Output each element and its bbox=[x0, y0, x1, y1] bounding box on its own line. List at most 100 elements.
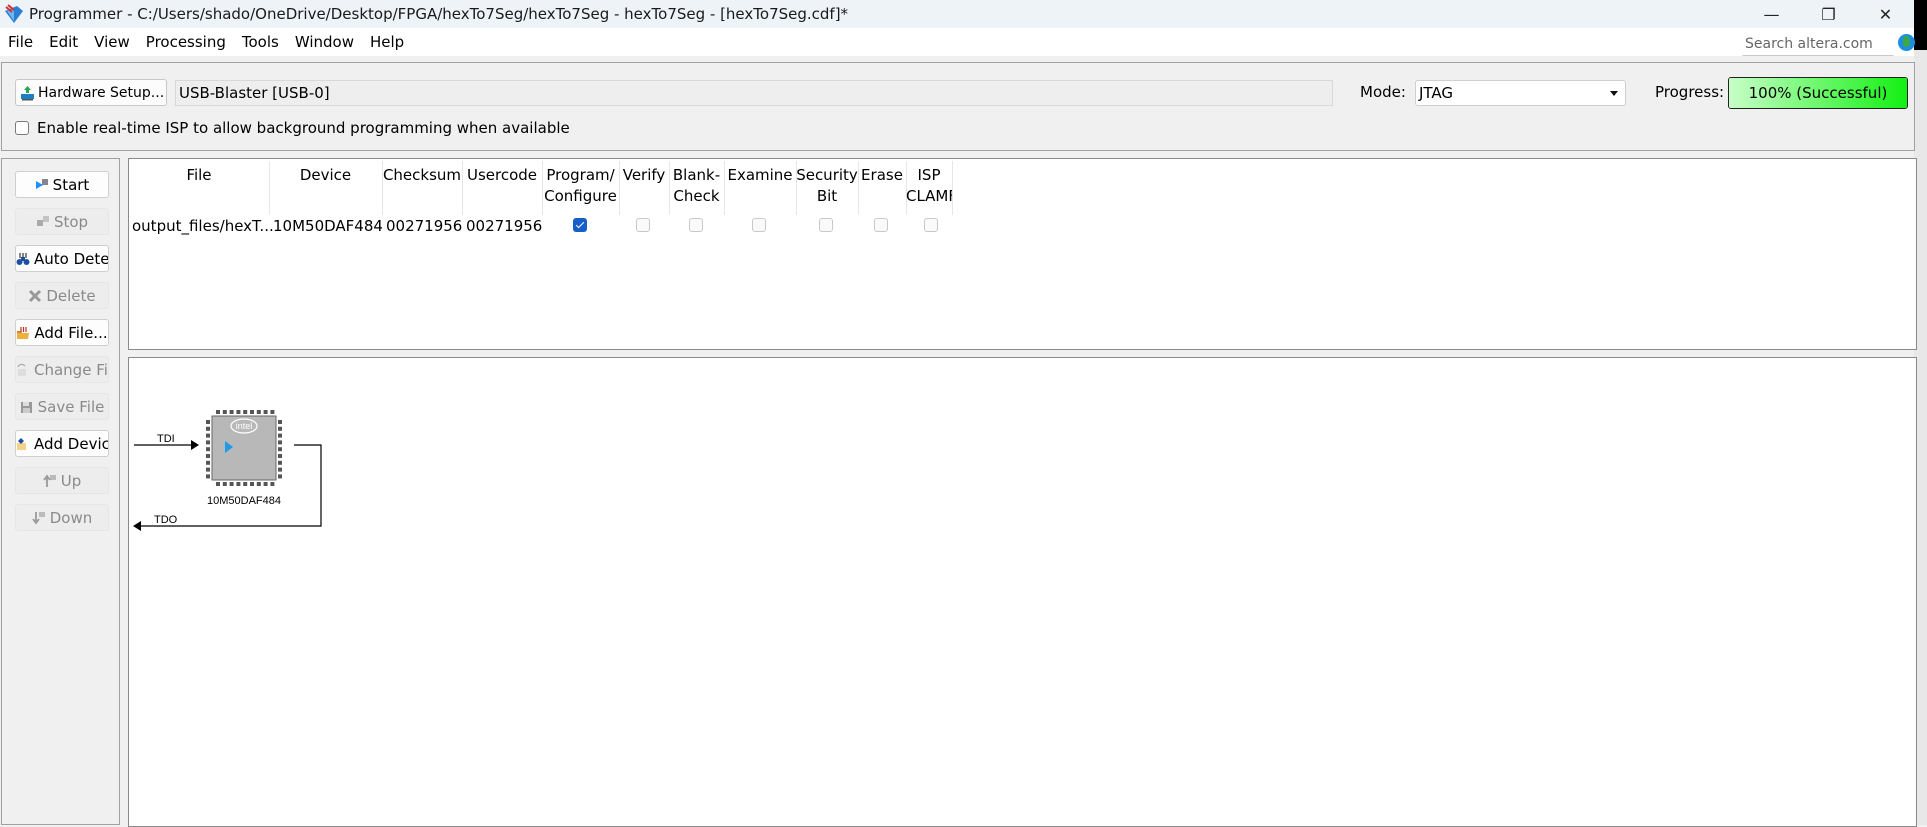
mode-select[interactable]: JTAG bbox=[1415, 80, 1626, 106]
device-label: 10M50DAF484 bbox=[207, 495, 281, 507]
hardware-current-field: USB-Blaster [USB-0] bbox=[175, 80, 1333, 106]
progress-text: 100% (Successful) bbox=[1748, 84, 1888, 102]
chip-pin bbox=[222, 410, 227, 414]
tdo-label: TDO bbox=[154, 514, 178, 526]
save-file-button[interactable]: Save File bbox=[15, 393, 109, 420]
header-examine-text: Examine bbox=[727, 166, 793, 184]
search-input[interactable]: Search altera.com bbox=[1742, 32, 1894, 56]
chip-pin bbox=[278, 440, 282, 445]
add-file-button[interactable]: Add File... bbox=[15, 319, 109, 346]
chip-pin bbox=[278, 467, 282, 472]
menu-file[interactable]: File bbox=[0, 28, 41, 56]
globe-icon[interactable] bbox=[1898, 34, 1915, 51]
minimize-button[interactable]: — bbox=[1743, 0, 1800, 28]
isp-option[interactable]: Enable real-time ISP to allow background… bbox=[15, 119, 570, 137]
header-check-text: Check bbox=[673, 187, 720, 205]
add-file-label: Add File... bbox=[34, 323, 108, 342]
chip-pin bbox=[222, 482, 227, 486]
auto-detect-button[interactable]: Auto Detec bbox=[15, 245, 109, 272]
cell-device: 10M50DAF484 bbox=[273, 217, 383, 235]
header-file[interactable]: File bbox=[129, 165, 269, 186]
hardware-setup-button[interactable]: Hardware Setup... bbox=[15, 79, 167, 106]
chip-pin bbox=[206, 474, 210, 479]
chip-pin bbox=[278, 454, 282, 458]
chip-pin bbox=[278, 474, 282, 479]
isp-checkbox[interactable] bbox=[15, 121, 29, 135]
erase-checkbox[interactable] bbox=[874, 218, 888, 232]
isp-clamp-checkbox[interactable] bbox=[924, 218, 938, 232]
change-file-button[interactable]: Change File bbox=[15, 356, 109, 383]
header-device[interactable]: Device bbox=[269, 165, 382, 186]
cell-usercode: 00271956 bbox=[466, 217, 543, 235]
chip-pin bbox=[206, 447, 210, 452]
change-file-label: Change File bbox=[34, 360, 108, 379]
menu-help[interactable]: Help bbox=[362, 28, 412, 56]
examine-checkbox[interactable] bbox=[752, 218, 766, 232]
menu-edit[interactable]: Edit bbox=[41, 28, 86, 56]
chip-pin bbox=[263, 410, 268, 414]
chip-pin bbox=[270, 482, 275, 486]
desktop-edge bbox=[1914, 0, 1927, 50]
chip-pin bbox=[206, 454, 210, 458]
save-file-label: Save File bbox=[37, 397, 105, 416]
add-device-button[interactable]: Add Device bbox=[15, 430, 109, 457]
chip-pin bbox=[206, 420, 210, 424]
restore-icon: ❐ bbox=[1821, 4, 1836, 24]
chip-pin bbox=[250, 482, 254, 486]
auto-detect-icon bbox=[16, 252, 30, 265]
blank-check-checkbox[interactable] bbox=[689, 218, 703, 232]
header-clamp-text: CLAMF bbox=[906, 187, 952, 205]
chip-icon: intel bbox=[206, 410, 282, 486]
tdo-arrow-icon bbox=[133, 521, 141, 531]
chip-pin bbox=[278, 433, 282, 438]
header-security-text: Security bbox=[796, 166, 858, 184]
security-bit-checkbox[interactable] bbox=[819, 218, 833, 232]
down-button[interactable]: Down bbox=[15, 504, 109, 531]
header-program-configure[interactable]: Program/Configure bbox=[542, 165, 619, 207]
header-erase-text: Erase bbox=[861, 166, 903, 184]
chip-pin bbox=[256, 410, 261, 414]
header-file-text: File bbox=[186, 166, 212, 184]
stop-button[interactable]: Stop bbox=[15, 208, 109, 235]
header-isp-text: ISP bbox=[917, 166, 941, 184]
hardware-panel: Hardware Setup... USB-Blaster [USB-0] Mo… bbox=[1, 62, 1915, 151]
header-configure-text: Configure bbox=[544, 187, 617, 205]
chip-pin bbox=[278, 420, 282, 424]
device-chip[interactable]: intel bbox=[204, 408, 284, 488]
delete-button[interactable]: Delete bbox=[15, 282, 109, 309]
chip-pin bbox=[278, 426, 282, 431]
hardware-setup-icon bbox=[21, 85, 34, 100]
header-usercode[interactable]: Usercode bbox=[462, 165, 542, 186]
menu-window[interactable]: Window bbox=[287, 28, 362, 56]
header-verify[interactable]: Verify bbox=[619, 165, 669, 186]
restore-button[interactable]: ❐ bbox=[1800, 0, 1857, 28]
verify-checkbox[interactable] bbox=[636, 218, 650, 232]
menu-processing[interactable]: Processing bbox=[138, 28, 234, 56]
program-configure-checkbox[interactable] bbox=[573, 218, 587, 232]
close-button[interactable]: ✕ bbox=[1857, 0, 1914, 28]
chip-pin bbox=[216, 410, 220, 414]
chip-pin bbox=[206, 433, 210, 438]
chip-pin bbox=[206, 440, 210, 445]
header-erase[interactable]: Erase bbox=[858, 165, 906, 186]
menu-bar: File Edit View Processing Tools Window H… bbox=[0, 28, 1914, 56]
start-button[interactable]: Start bbox=[15, 171, 109, 198]
up-button[interactable]: Up bbox=[15, 467, 109, 494]
chip-pin bbox=[206, 467, 210, 472]
menu-tools[interactable]: Tools bbox=[234, 28, 287, 56]
cell-file: output_files/hexT... bbox=[132, 217, 274, 235]
header-blank-check[interactable]: Blank- Check bbox=[669, 165, 724, 207]
header-checksum[interactable]: Checksum bbox=[382, 165, 462, 186]
mode-label: Mode: bbox=[1360, 83, 1406, 101]
header-examine[interactable]: Examine bbox=[724, 165, 796, 186]
menu-view[interactable]: View bbox=[86, 28, 138, 56]
chip-pin bbox=[216, 482, 220, 486]
chip-pin bbox=[278, 447, 282, 452]
header-verify-text: Verify bbox=[622, 166, 666, 184]
down-label: Down bbox=[49, 508, 93, 527]
auto-detect-label: Auto Detec bbox=[34, 249, 109, 268]
header-isp-clamp[interactable]: ISP CLAMF bbox=[906, 165, 952, 207]
header-security-bit[interactable]: Security Bit bbox=[796, 165, 858, 207]
header-device-text: Device bbox=[299, 166, 352, 184]
chip-pin bbox=[206, 460, 210, 465]
